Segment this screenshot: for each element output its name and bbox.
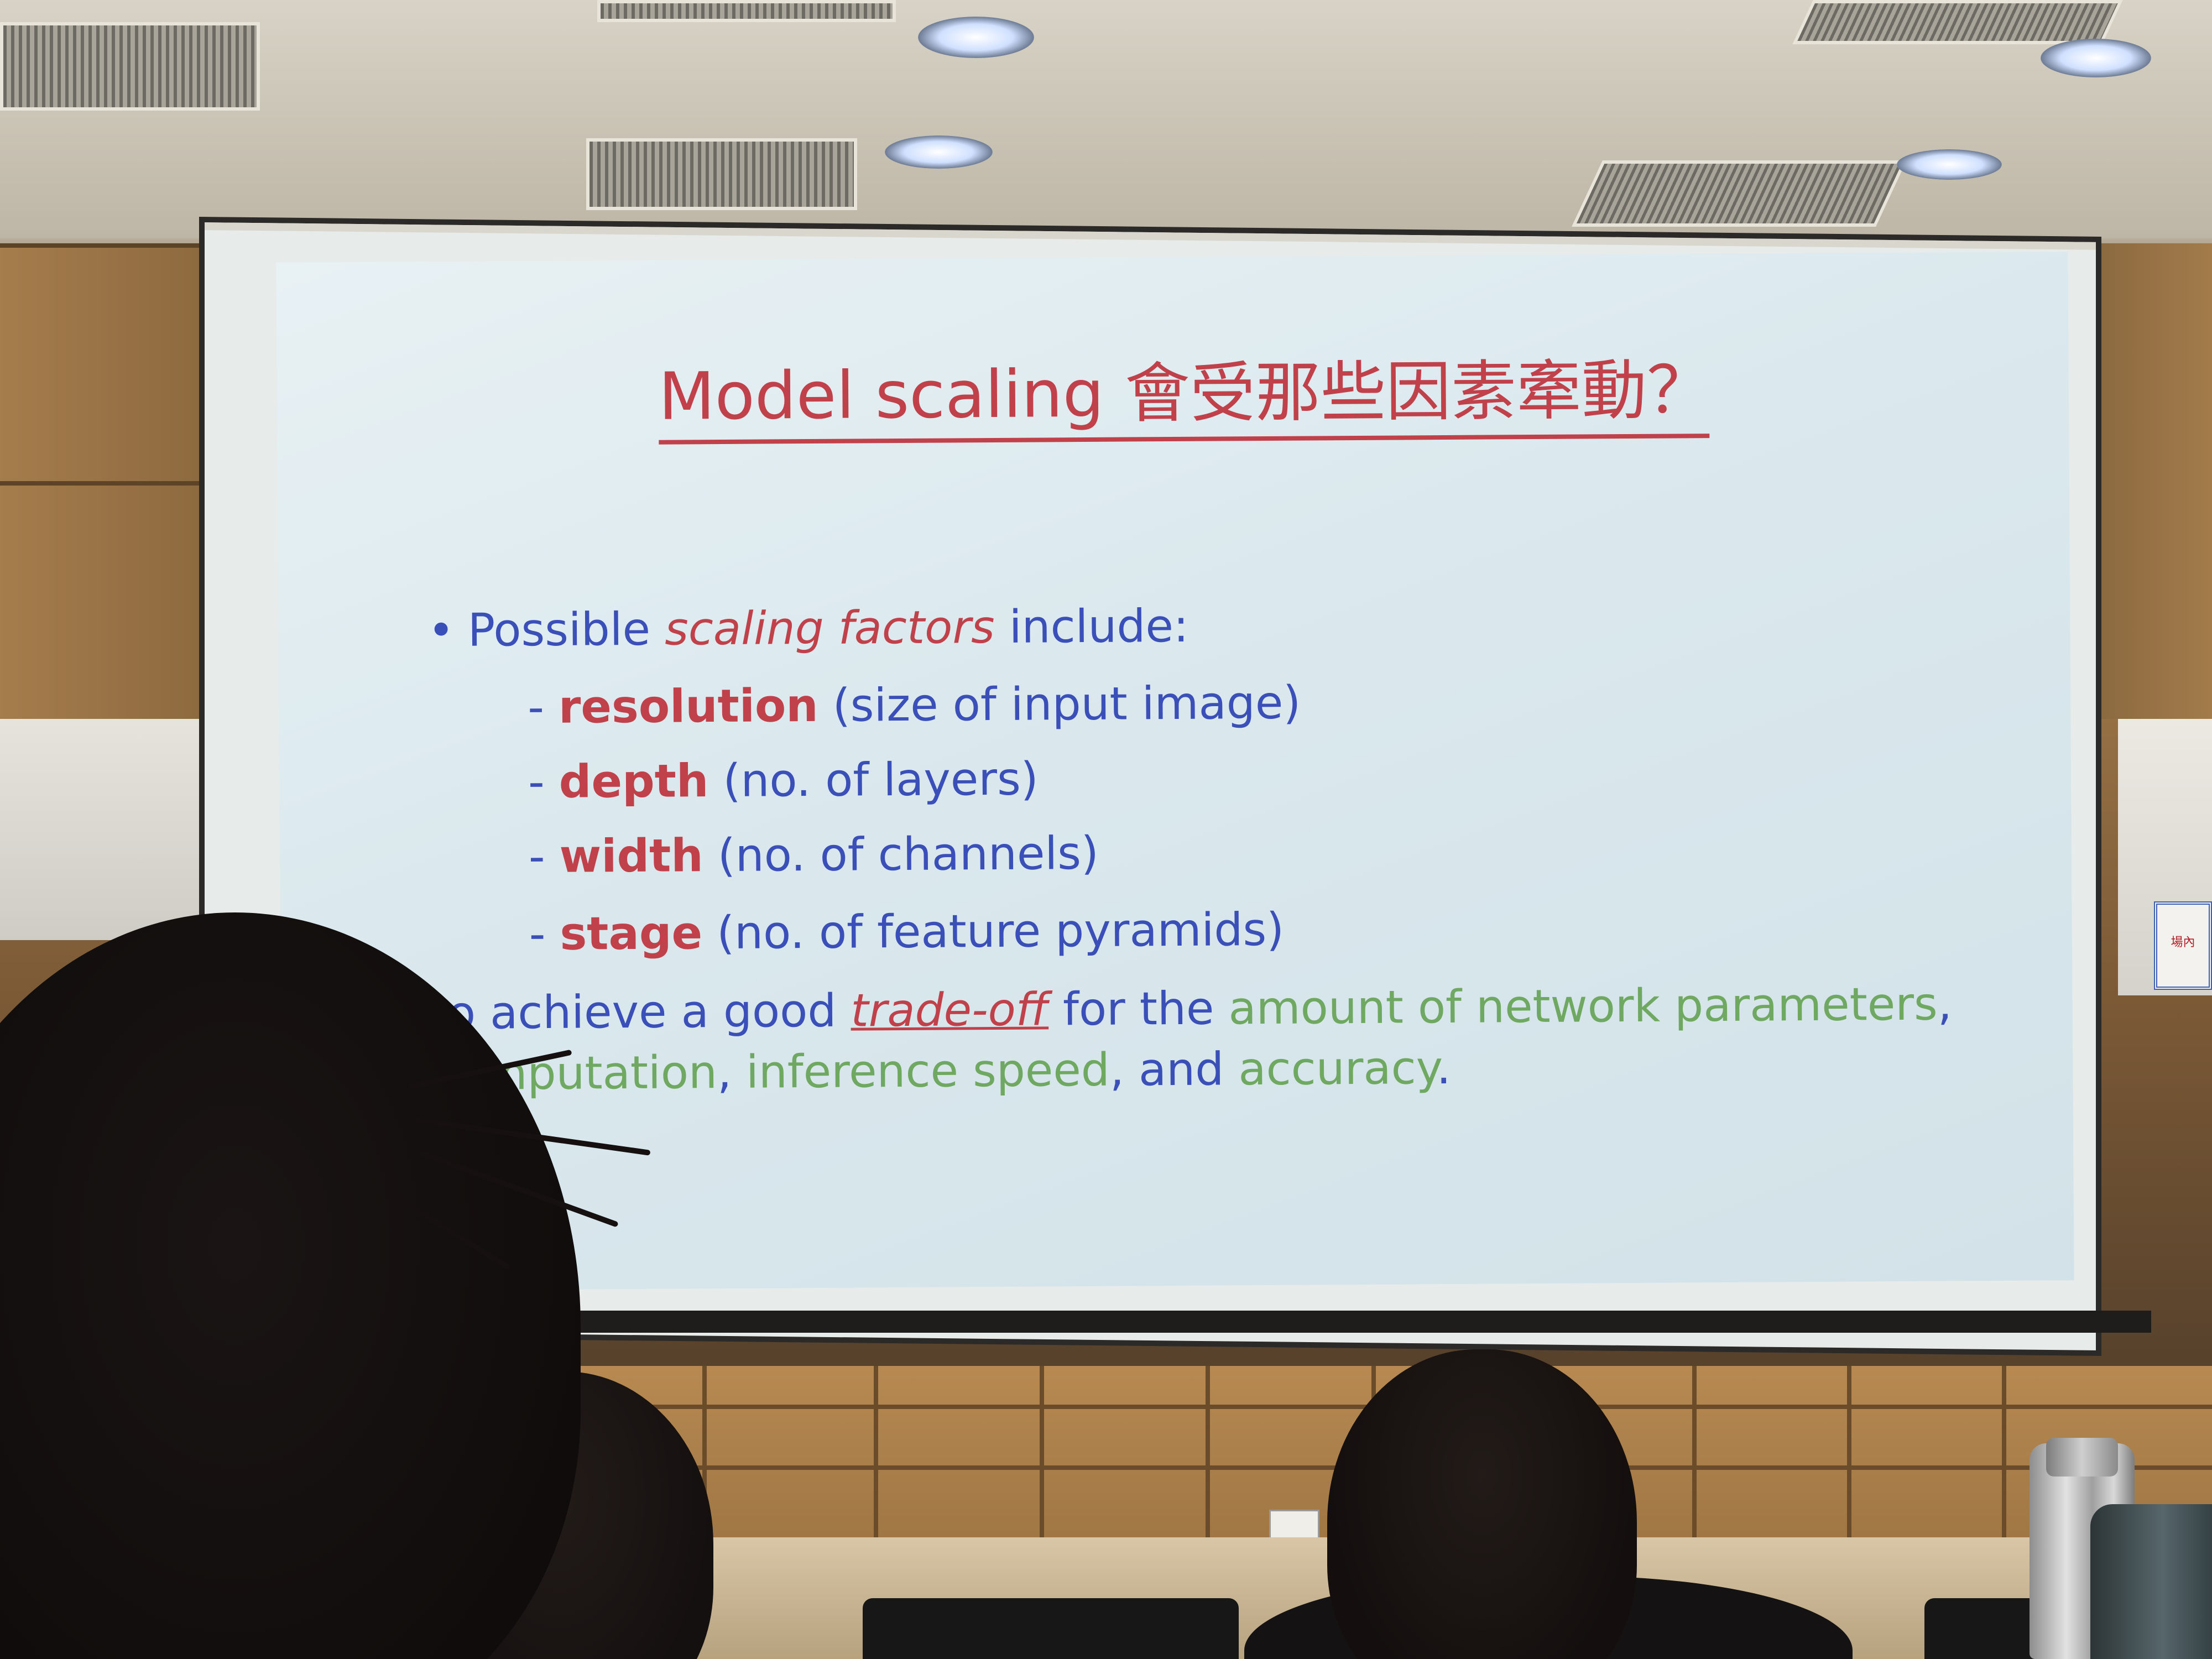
factor-key: resolution <box>558 679 818 734</box>
lecture-hall-scene: 場內 Model scaling 會受那些因素牽動？ • Possible sca… <box>0 0 2212 1659</box>
wall-seam <box>1040 1366 1044 1565</box>
power-outlet <box>1269 1510 1319 1541</box>
summary-highlight: accuracy <box>1238 1042 1437 1096</box>
factor-item: - depth (no. of layers) <box>528 753 1039 809</box>
ceiling-light <box>1897 149 2002 180</box>
bullet-suffix: include: <box>994 599 1189 654</box>
factor-item: - resolution (size of input image) <box>528 677 1301 734</box>
wall-seam <box>1847 1366 1851 1565</box>
factor-dash: - <box>528 830 560 884</box>
factor-item: - stage (no. of feature pyramids) <box>529 904 1284 961</box>
summary-text: to achieve a good <box>430 984 851 1040</box>
wall-seam <box>1692 1366 1697 1565</box>
chair-back <box>863 1598 1239 1659</box>
summary-text: , <box>717 1046 747 1099</box>
ceiling-light <box>885 135 993 169</box>
bullet-marker: • <box>427 604 455 658</box>
wall-seam <box>2002 1366 2006 1565</box>
ceiling-light <box>2041 39 2151 77</box>
whiteboard <box>0 719 199 940</box>
slide-summary: to achieve a good trade-off for the amou… <box>430 974 2034 1105</box>
ceiling-vent <box>586 138 857 210</box>
factor-dash: - <box>528 755 560 809</box>
summary-highlight: amount of network parameters <box>1228 978 1938 1035</box>
water-bottle <box>2090 1504 2212 1659</box>
factor-detail: (no. of channels) <box>703 827 1099 883</box>
slide-title: Model scaling 會受那些因素牽動？ <box>658 337 1712 445</box>
wall-seam <box>874 1366 878 1565</box>
ceiling-light <box>918 17 1034 58</box>
summary-text: , and <box>1109 1043 1239 1097</box>
summary-text: . <box>1436 1041 1451 1095</box>
factor-dash: - <box>529 907 560 961</box>
bullet-emphasis: scaling factors <box>664 601 995 656</box>
factor-key: depth <box>559 755 709 808</box>
factor-detail: (no. of layers) <box>708 753 1039 808</box>
summary-highlight: inference speed <box>745 1044 1110 1099</box>
bullet-prefix: Possible <box>467 603 665 657</box>
ceiling-vent <box>0 22 260 111</box>
wall-seam <box>1206 1366 1210 1565</box>
factor-detail: (size of input image) <box>818 676 1301 732</box>
factor-item: - width (no. of channels) <box>529 827 1099 883</box>
bullet-scaling-factors: • Possible scaling factors include: <box>427 600 1189 657</box>
wall-seam <box>387 1405 2212 1409</box>
ceiling-vent <box>597 0 896 22</box>
wood-wall-panel <box>2101 243 2212 719</box>
summary-text: for the <box>1048 982 1229 1036</box>
factor-dash: - <box>527 681 559 734</box>
ceiling-vent <box>1572 160 1907 227</box>
factor-detail: (no. of feature pyramids) <box>702 903 1285 960</box>
factor-key: width <box>559 830 704 883</box>
factor-key: stage <box>560 907 703 961</box>
wall-notice: 場內 <box>2154 901 2212 990</box>
summary-tradeoff: trade-off <box>851 983 1049 1037</box>
ceiling-vent <box>1792 0 2123 44</box>
bottle-cap <box>2046 1438 2118 1477</box>
summary-text: , <box>1937 978 1953 1031</box>
wall-seam <box>0 481 199 486</box>
